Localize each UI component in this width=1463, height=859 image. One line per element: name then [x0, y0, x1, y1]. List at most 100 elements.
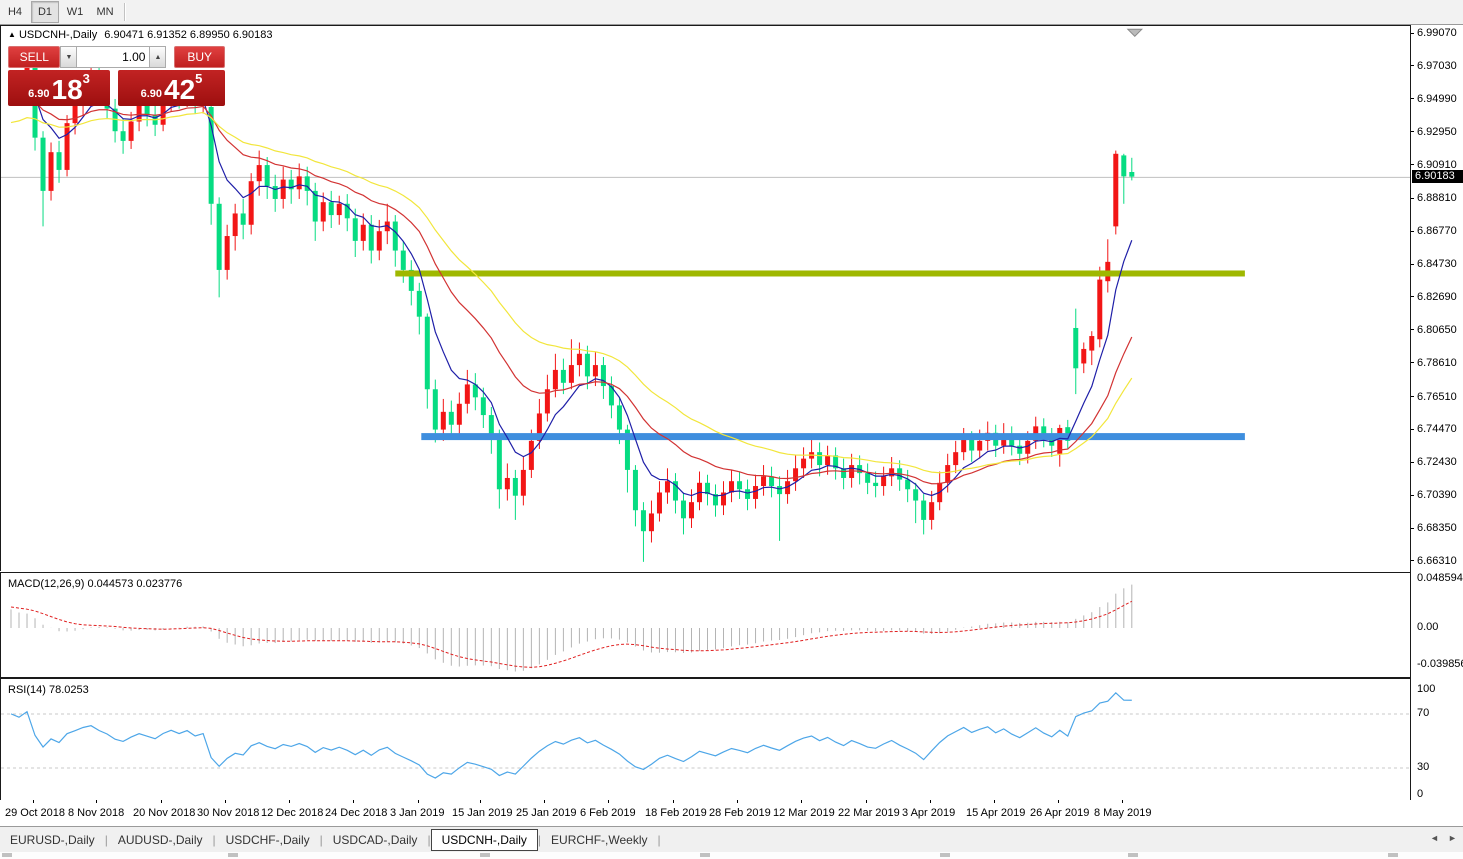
timeframe-d1-button[interactable]: D1 — [31, 1, 59, 23]
candle-body — [65, 123, 70, 170]
buy-button[interactable]: BUY — [174, 46, 225, 68]
date-tick — [161, 800, 162, 803]
scroll-to-end-marker[interactable] — [1128, 29, 1142, 36]
date-label: 26 Apr 2019 — [1030, 807, 1089, 819]
price-tick-label: 6.97030 — [1417, 60, 1457, 72]
date-label: 30 Nov 2018 — [197, 807, 259, 819]
chart-tab-bar: EURUSD-,Daily|AUDUSD-,Daily|USDCHF-,Dail… — [0, 826, 1463, 853]
price-tick-label: 6.86770 — [1417, 225, 1457, 237]
candle-body — [825, 455, 830, 465]
price-chart-pane[interactable] — [0, 25, 1411, 571]
timeframe-mn-button[interactable]: MN — [91, 1, 119, 23]
candle-body — [377, 231, 382, 250]
candle-body — [57, 152, 62, 170]
candle-body — [953, 452, 958, 465]
chart-tab-usdcad[interactable]: USDCAD-,Daily — [323, 830, 428, 850]
candle-body — [1025, 441, 1030, 454]
clipped-row-fragment — [940, 853, 950, 857]
date-tick — [225, 800, 226, 803]
date-label: 25 Jan 2019 — [516, 807, 577, 819]
date-tick — [930, 800, 931, 803]
date-label: 8 May 2019 — [1094, 807, 1151, 819]
candle-body — [769, 476, 774, 486]
date-tick — [96, 800, 97, 803]
toolbar-separator — [124, 3, 126, 21]
chart-tab-eurusd[interactable]: EURUSD-,Daily — [0, 830, 105, 850]
candle-body — [73, 105, 78, 123]
candle-body — [1129, 172, 1134, 177]
panel-collapse-icon[interactable]: ▲ — [8, 30, 16, 39]
chart-symbol: USDCNH-,Daily — [19, 29, 97, 41]
price-tick-label: 6.70390 — [1417, 489, 1457, 501]
buy-price-panel[interactable]: 6.90 42 5 — [118, 70, 225, 106]
sell-button[interactable]: SELL — [8, 46, 60, 68]
tab-scroll-left-button[interactable]: ◄ — [1430, 833, 1439, 843]
chart-ohlc: 6.90471 6.91352 6.89950 6.90183 — [104, 29, 272, 41]
date-label: 29 Oct 2018 — [5, 807, 65, 819]
candle-body — [1017, 446, 1022, 454]
candle-body — [321, 202, 326, 221]
volume-decrease-button[interactable]: ▼ — [60, 46, 77, 68]
clipped-row-fragment — [1388, 853, 1398, 857]
date-tick — [33, 800, 34, 803]
candle-body — [225, 236, 230, 270]
date-tick — [673, 800, 674, 803]
date-axis[interactable]: 29 Oct 20188 Nov 201820 Nov 201830 Nov 2… — [0, 800, 1463, 826]
candle-body — [425, 317, 430, 390]
volume-increase-button[interactable]: ▲ — [149, 46, 166, 68]
candle-body — [905, 480, 910, 490]
chart-tab-usdchf[interactable]: USDCHF-,Daily — [216, 830, 320, 850]
candle-body — [1097, 280, 1102, 340]
date-tick — [480, 800, 481, 803]
candle-body — [977, 441, 982, 451]
tab-separator: | — [657, 833, 660, 847]
date-tick — [608, 800, 609, 803]
price-tick-label: 6.82690 — [1417, 291, 1457, 303]
candle-body — [961, 439, 966, 452]
macd-pane[interactable] — [0, 572, 1411, 678]
candle-body — [729, 481, 734, 492]
candle-body — [129, 122, 134, 141]
rsi-axis-label: 100 — [1417, 683, 1435, 695]
clipped-row-fragment — [2, 853, 12, 857]
macd-axis-label: 0.00 — [1417, 621, 1438, 633]
sell-price-panel[interactable]: 6.90 18 3 — [8, 70, 110, 106]
price-axis[interactable]: 6.990706.970306.949906.929506.909106.888… — [1410, 25, 1463, 800]
candle-body — [449, 412, 454, 425]
date-label: 24 Dec 2018 — [325, 807, 387, 819]
rsi-line — [11, 693, 1132, 778]
chart-title: ▲ USDCNH-,Daily 6.90471 6.91352 6.89950 … — [8, 29, 273, 41]
candle-body — [273, 186, 278, 199]
date-tick — [1058, 800, 1059, 803]
candle-body — [665, 481, 670, 492]
candle-body — [745, 489, 750, 499]
candle-body — [617, 405, 622, 429]
hline-resistance[interactable] — [395, 270, 1245, 276]
date-label: 12 Mar 2019 — [773, 807, 835, 819]
date-label: 20 Nov 2018 — [133, 807, 195, 819]
price-tick-label: 6.99070 — [1417, 27, 1457, 39]
timeframe-h4-button[interactable]: H4 — [1, 1, 29, 23]
price-tick — [1411, 560, 1414, 561]
candle-body — [641, 510, 646, 531]
rsi-axis-label: 70 — [1417, 707, 1429, 719]
candle-body — [561, 370, 566, 383]
chart-tab-audusd[interactable]: AUDUSD-,Daily — [108, 830, 213, 850]
timeframe-w1-button[interactable]: W1 — [61, 1, 89, 23]
tab-scroll-right-button[interactable]: ► — [1448, 833, 1457, 843]
date-label: 15 Jan 2019 — [452, 807, 513, 819]
candle-body — [417, 291, 422, 317]
chart-tab-usdcnh[interactable]: USDCNH-,Daily — [431, 829, 538, 851]
price-tick — [1411, 296, 1414, 297]
candle-body — [569, 365, 574, 383]
rsi-pane[interactable] — [0, 678, 1411, 802]
date-label: 6 Feb 2019 — [580, 807, 636, 819]
sell-price-small: 6.90 — [28, 88, 49, 100]
price-tick — [1411, 131, 1414, 132]
candle-body — [329, 202, 334, 215]
candle-body — [233, 213, 238, 236]
chart-tab-eurchf[interactable]: EURCHF-,Weekly — [541, 830, 657, 850]
candle-body — [241, 213, 246, 224]
volume-input[interactable] — [77, 46, 149, 68]
price-tick-label: 6.66310 — [1417, 555, 1457, 567]
